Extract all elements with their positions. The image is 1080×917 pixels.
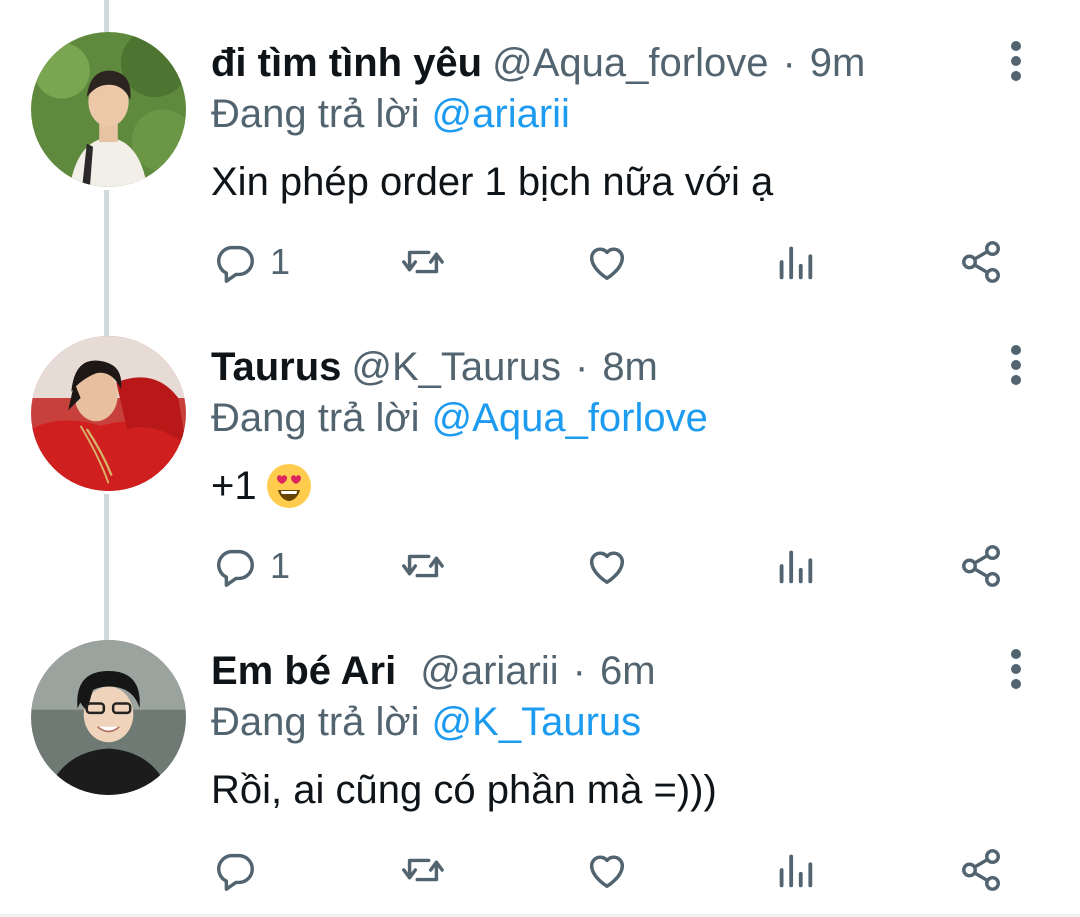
user-handle[interactable]: @ariarii (420, 649, 558, 693)
timestamp[interactable]: 6m (600, 649, 656, 693)
reply-icon (217, 853, 254, 891)
avatar-image (31, 336, 186, 491)
mention-link[interactable]: @ariarii (432, 92, 570, 136)
reply-count: 1 (270, 241, 291, 282)
mention-link[interactable]: @K_Taurus (432, 700, 642, 744)
replying-to: Đang trả lời @Aqua_forlove (211, 392, 708, 444)
replying-to: Đang trả lời @K_Taurus (211, 696, 641, 748)
analytics-icon (779, 854, 813, 888)
replying-to: Đang trả lời @ariarii (211, 88, 570, 140)
avatar[interactable] (31, 32, 186, 187)
share-button[interactable] (958, 236, 1004, 288)
timestamp[interactable]: 9m (810, 41, 866, 85)
tweet-actions (0, 836, 1080, 906)
display-name[interactable]: đi tìm tình yêu (211, 41, 482, 85)
analytics-button[interactable] (772, 236, 818, 288)
tweet[interactable]: Em bé Ari @ariarii · 6m Đang trả lời @K_Taur… (0, 608, 1080, 910)
user-handle[interactable]: @K_Taurus (351, 345, 561, 389)
avatar-image (31, 640, 186, 795)
avatar[interactable] (31, 336, 186, 491)
tweet-text-content: Xin phép order 1 bịch nữa với ạ (211, 160, 774, 204)
reply-count: 1 (270, 545, 291, 586)
share-button[interactable] (958, 844, 1004, 896)
like-button[interactable] (584, 236, 630, 288)
heart-eyes-emoji (266, 464, 311, 508)
tweet-actions: 1 (0, 228, 1080, 298)
retweet-icon (402, 858, 444, 882)
tweet-text: Xin phép order 1 bịch nữa với ạ (211, 152, 773, 212)
separator-dot: · (782, 41, 796, 85)
more-icon[interactable] (996, 38, 1036, 84)
replying-to-label: Đang trả lời (211, 396, 420, 440)
share-button[interactable] (958, 540, 1004, 592)
like-button[interactable] (584, 540, 630, 592)
display-name[interactable]: Em bé Ari (211, 649, 396, 693)
retweet-button[interactable] (400, 844, 446, 896)
retweet-button[interactable] (400, 540, 446, 592)
share-icon (962, 241, 1000, 283)
reply-button[interactable] (212, 844, 270, 896)
tweet-header: đi tìm tình yêu @Aqua_forlove · 9m (211, 38, 865, 88)
more-icon[interactable] (996, 342, 1036, 388)
like-icon (589, 855, 625, 889)
separator-dot: · (574, 345, 589, 389)
tweet-text-content: Rồi, ai cũng có phần mà =))) (211, 768, 717, 812)
retweet-icon (402, 250, 444, 274)
reply-button[interactable]: 1 (212, 236, 290, 288)
like-icon (589, 247, 625, 281)
tweet-actions: 1 (0, 532, 1080, 602)
retweet-button[interactable] (400, 236, 446, 288)
tweet-header: Taurus @K_Taurus · 8m (211, 342, 658, 392)
reply-icon (217, 549, 254, 587)
user-handle[interactable]: @Aqua_forlove (492, 41, 768, 85)
avatar-image (31, 32, 186, 187)
like-button[interactable] (584, 844, 630, 896)
share-icon (962, 849, 1000, 891)
display-name[interactable]: Taurus (211, 345, 341, 389)
share-icon (962, 545, 1000, 587)
tweet[interactable]: đi tìm tình yêu @Aqua_forlove · 9m Đang trả… (0, 0, 1080, 302)
tweet-text-content: +1 (211, 464, 257, 508)
tweet-text: +1 (211, 456, 313, 516)
avatar[interactable] (31, 640, 186, 795)
analytics-button[interactable] (772, 540, 818, 592)
analytics-button[interactable] (772, 844, 818, 896)
tweet-header: Em bé Ari @ariarii · 6m (211, 646, 656, 696)
reply-button[interactable]: 1 (212, 540, 290, 592)
analytics-icon (779, 246, 813, 280)
timestamp[interactable]: 8m (602, 345, 658, 389)
replying-to-label: Đang trả lời (211, 92, 420, 136)
like-icon (589, 551, 625, 585)
mention-link[interactable]: @Aqua_forlove (432, 396, 708, 440)
retweet-icon (402, 554, 444, 578)
more-icon[interactable] (996, 646, 1036, 692)
tweet-text: Rồi, ai cũng có phần mà =))) (211, 760, 717, 820)
analytics-icon (779, 550, 813, 584)
replying-to-label: Đang trả lời (211, 700, 420, 744)
tweet[interactable]: Taurus @K_Taurus · 8m Đang trả lời @Aqua_for… (0, 304, 1080, 606)
reply-icon (217, 245, 254, 283)
separator-dot: · (572, 649, 586, 693)
